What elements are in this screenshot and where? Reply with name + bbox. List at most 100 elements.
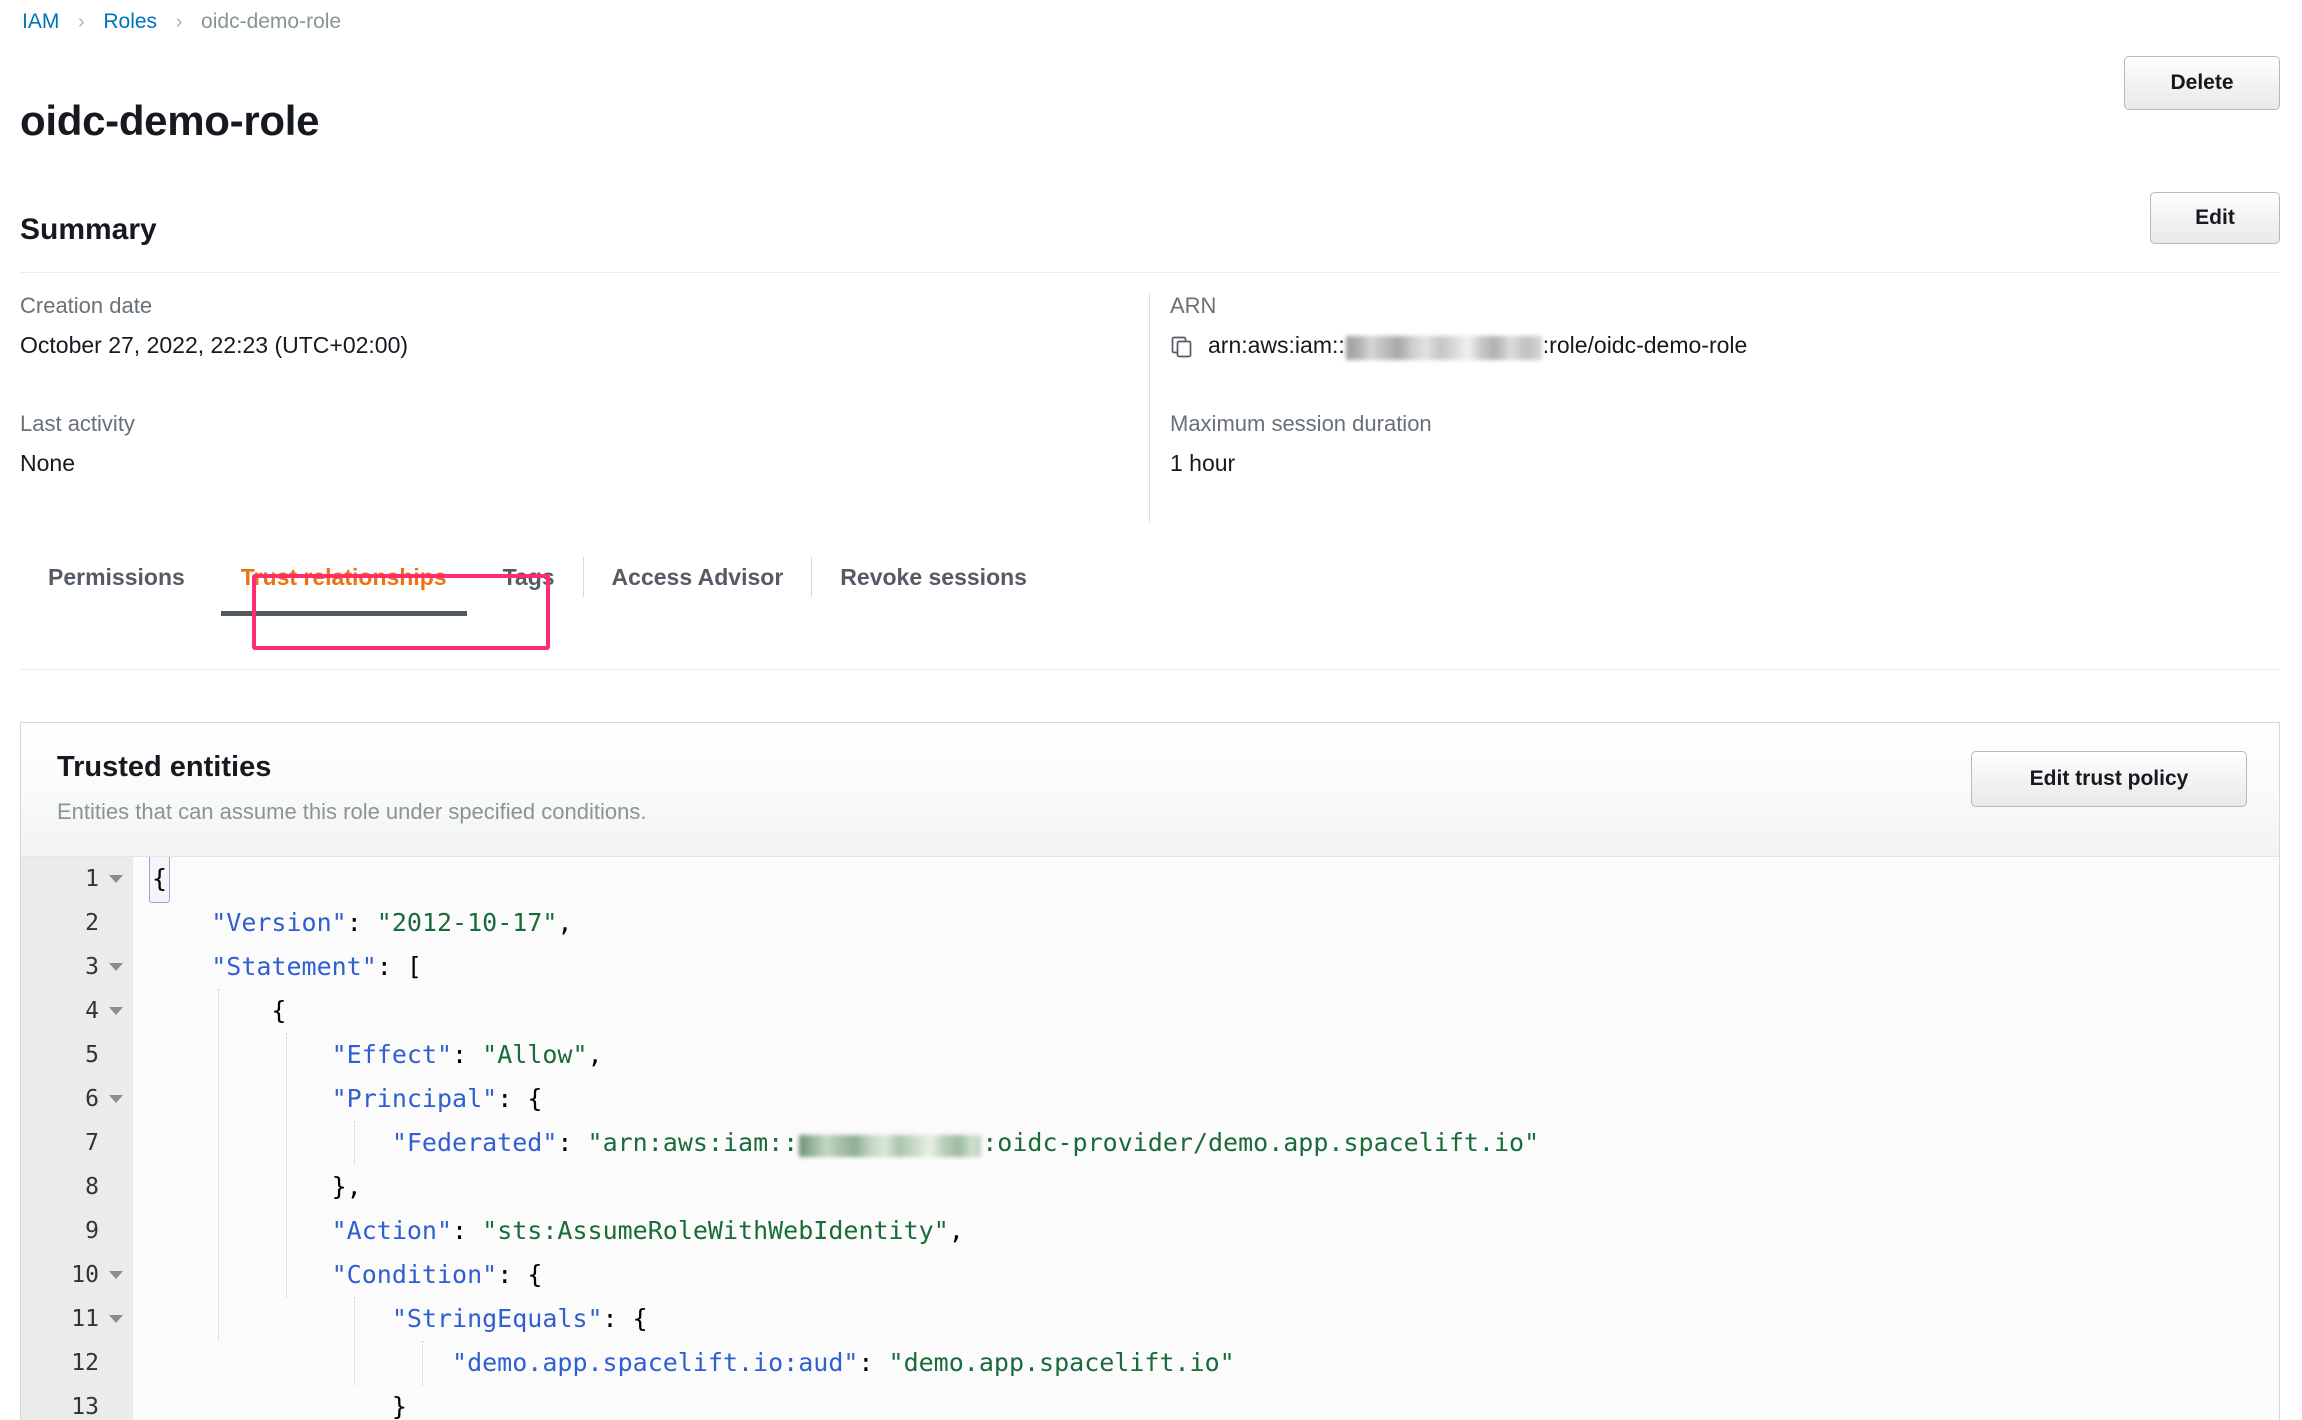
editor-rows: 1 { 2 "Version": "2012-10-17", 3 xyxy=(21,857,2279,1420)
code-text: "Action": "sts:AssumeRoleWithWebIdentity… xyxy=(133,1209,2279,1253)
line-number-gutter: 1 xyxy=(21,857,133,901)
token-effect-key: "Effect" xyxy=(332,1033,452,1077)
fold-arrow-icon[interactable] xyxy=(109,1095,123,1103)
tab-access-advisor[interactable]: Access Advisor xyxy=(584,540,812,614)
fold-arrow-icon[interactable] xyxy=(109,1315,123,1323)
token-brace-open: { xyxy=(271,989,286,1033)
code-text: "Principal": { xyxy=(133,1077,2279,1121)
code-text: { xyxy=(133,989,2279,1033)
line-number-gutter: 9 xyxy=(21,1209,133,1253)
line-number: 6 xyxy=(85,1088,99,1111)
summary-divider xyxy=(20,272,2280,273)
code-text: "Version": "2012-10-17", xyxy=(133,901,2279,945)
fold-arrow-icon[interactable] xyxy=(109,1007,123,1015)
federated-redacted-account-id xyxy=(799,1135,981,1157)
token-stringequals-key: "StringEquals" xyxy=(392,1297,603,1341)
breadcrumb-item-roles[interactable]: Roles xyxy=(103,10,157,34)
summary-column-left: Creation date October 27, 2022, 22:23 (U… xyxy=(20,290,1140,526)
token-action-key: "Action" xyxy=(332,1209,452,1253)
iam-role-detail-page: IAM › Roles › oidc-demo-role oidc-demo-r… xyxy=(0,0,2302,1420)
code-line: 13 } xyxy=(21,1385,2279,1420)
token-effect-value: "Allow" xyxy=(482,1033,587,1077)
fold-arrow-icon[interactable] xyxy=(109,1271,123,1279)
breadcrumb-separator-icon: › xyxy=(157,11,201,34)
page-title: oidc-demo-role xyxy=(20,98,319,144)
token-brace-open: { xyxy=(527,1253,542,1297)
token-brace-close-comma: }, xyxy=(332,1165,362,1209)
arn-label: ARN xyxy=(1170,290,2270,322)
code-text: }, xyxy=(133,1165,2279,1209)
arn-redacted-account-id xyxy=(1346,336,1542,360)
token-federated-key: "Federated" xyxy=(392,1121,558,1165)
code-line: 2 "Version": "2012-10-17", xyxy=(21,901,2279,945)
tab-revoke-sessions[interactable]: Revoke sessions xyxy=(812,540,1055,614)
token-brace-open: { xyxy=(527,1077,542,1121)
code-line: 3 "Statement": [ xyxy=(21,945,2279,989)
trusted-entities-title: Trusted entities xyxy=(57,751,271,784)
last-activity-value: None xyxy=(20,447,1140,480)
delete-button[interactable]: Delete xyxy=(2124,56,2280,110)
tab-permissions[interactable]: Permissions xyxy=(20,540,213,614)
code-line: 11 "StringEquals": { xyxy=(21,1297,2279,1341)
arn-prefix: arn:aws:iam:: xyxy=(1208,329,1345,362)
code-line: 5 "Effect": "Allow", xyxy=(21,1033,2279,1077)
code-text: "StringEquals": { xyxy=(133,1297,2279,1341)
last-activity-label: Last activity xyxy=(20,408,1140,440)
line-number: 7 xyxy=(85,1132,99,1155)
copy-icon[interactable] xyxy=(1170,335,1194,359)
line-number: 12 xyxy=(71,1352,99,1375)
code-text: } xyxy=(133,1385,2279,1420)
fold-arrow-icon[interactable] xyxy=(109,875,123,883)
code-text: "Condition": { xyxy=(133,1253,2279,1297)
line-number: 5 xyxy=(85,1044,99,1067)
token-bracket-open: [ xyxy=(407,945,422,989)
summary-heading: Summary xyxy=(20,213,157,247)
code-line: 6 "Principal": { xyxy=(21,1077,2279,1121)
edit-button[interactable]: Edit xyxy=(2150,192,2280,244)
trust-policy-code-editor[interactable]: 1 { 2 "Version": "2012-10-17", 3 xyxy=(21,857,2279,1420)
token-aud-value: "demo.app.spacelift.io" xyxy=(889,1341,1235,1385)
code-line: 12 "demo.app.spacelift.io:aud": "demo.ap… xyxy=(21,1341,2279,1385)
tab-bar-divider xyxy=(20,669,2280,670)
line-number-gutter: 12 xyxy=(21,1341,133,1385)
line-number: 3 xyxy=(85,956,99,979)
breadcrumb-item-iam[interactable]: IAM xyxy=(22,10,59,34)
line-number: 11 xyxy=(71,1308,99,1331)
line-number-gutter: 7 xyxy=(21,1121,133,1165)
edit-trust-policy-button[interactable]: Edit trust policy xyxy=(1971,751,2247,807)
line-number: 4 xyxy=(85,1000,99,1023)
max-session-duration-label: Maximum session duration xyxy=(1170,408,2270,440)
token-version-value: "2012-10-17" xyxy=(377,901,558,945)
field-last-activity: Last activity None xyxy=(20,408,1140,480)
line-number: 9 xyxy=(85,1220,99,1243)
token-federated-value-prefix: "arn:aws:iam:: xyxy=(588,1121,799,1165)
token-statement-key: "Statement" xyxy=(211,945,377,989)
line-number-gutter: 2 xyxy=(21,901,133,945)
line-number-gutter: 6 xyxy=(21,1077,133,1121)
arn-suffix: :role/oidc-demo-role xyxy=(1543,329,1748,362)
line-number-gutter: 5 xyxy=(21,1033,133,1077)
creation-date-label: Creation date xyxy=(20,290,1140,322)
tab-bar: Permissions Trust relationships Tags Acc… xyxy=(20,540,2280,616)
line-number: 1 xyxy=(85,868,99,891)
tab-trust-relationships[interactable]: Trust relationships xyxy=(213,540,475,614)
line-number: 13 xyxy=(71,1396,99,1419)
breadcrumb: IAM › Roles › oidc-demo-role xyxy=(22,10,341,34)
fold-arrow-icon[interactable] xyxy=(109,963,123,971)
token-version-key: "Version" xyxy=(211,901,346,945)
field-creation-date: Creation date October 27, 2022, 22:23 (U… xyxy=(20,290,1140,362)
line-number-gutter: 8 xyxy=(21,1165,133,1209)
trusted-entities-panel: Trusted entities Entities that can assum… xyxy=(20,722,2280,1420)
code-text: "Effect": "Allow", xyxy=(133,1033,2279,1077)
arn-value: arn:aws:iam:: :role/oidc-demo-role xyxy=(1170,329,2270,362)
max-session-duration-value: 1 hour xyxy=(1170,447,2270,480)
code-text: { xyxy=(133,857,2279,901)
code-line: 1 { xyxy=(21,857,2279,901)
line-number-gutter: 4 xyxy=(21,989,133,1033)
token-federated-value-suffix: :oidc-provider/demo.app.spacelift.io" xyxy=(982,1121,1539,1165)
token-action-value: "sts:AssumeRoleWithWebIdentity" xyxy=(482,1209,949,1253)
token-brace-close: } xyxy=(392,1385,407,1420)
breadcrumb-item-current: oidc-demo-role xyxy=(201,10,341,34)
tab-tags[interactable]: Tags xyxy=(475,540,583,614)
code-line: 4 { xyxy=(21,989,2279,1033)
